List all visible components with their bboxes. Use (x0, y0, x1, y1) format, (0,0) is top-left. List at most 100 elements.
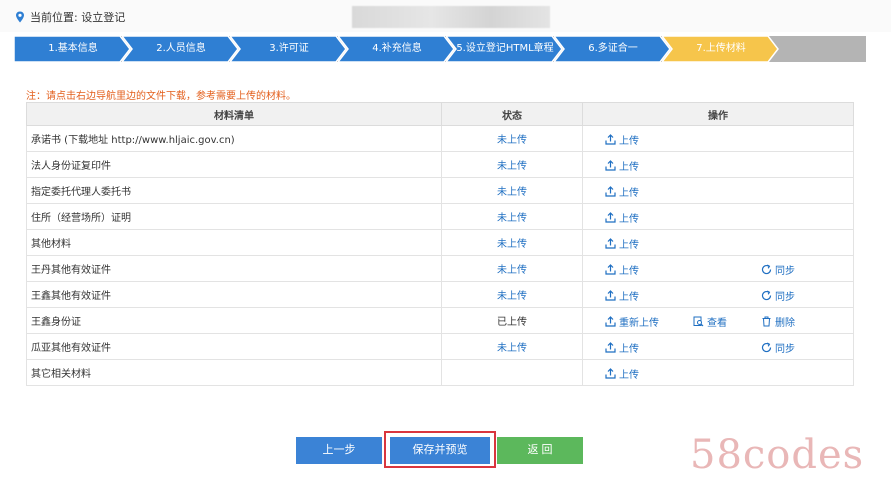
top-bar: 当前位置: 设立登记 (0, 0, 891, 32)
step-label: 3.许可证 (269, 43, 309, 54)
delete-link[interactable]: 删除 (761, 314, 795, 329)
material-name: 指定委托代理人委托书 (26, 177, 442, 204)
sync-link[interactable]: 同步 (761, 262, 795, 277)
upload-label: 上传 (619, 370, 639, 381)
step-2: 2.人员信息 (122, 36, 240, 62)
upload-link[interactable]: 上传 (605, 288, 639, 303)
upload-note: 注：请点击右边导航里边的文件下载，参考需要上传的材料。 (26, 91, 296, 102)
upload-status: 未上传 (441, 125, 583, 152)
step-3: 3.许可证 (230, 36, 348, 62)
back-button[interactable]: 返 回 (497, 437, 583, 464)
operations-cell: 重新上传 查看 删除 (582, 307, 854, 334)
upload-status: 已上传 (441, 307, 583, 334)
blurred-region (352, 6, 550, 28)
operations-cell: 上传 (582, 177, 854, 204)
sync-link[interactable]: 同步 (761, 288, 795, 303)
operations-cell: 上传 (582, 125, 854, 152)
table-row: 住所（经营场所）证明 未上传 上传 (26, 203, 854, 230)
view-label: 查看 (707, 318, 727, 329)
material-name: 瓜亚其他有效证件 (26, 333, 442, 360)
table-row: 王鑫其他有效证件 未上传 上传 同步 (26, 281, 854, 308)
upload-status: 未上传 (441, 177, 583, 204)
step-1: 1.基本信息 (14, 36, 132, 62)
table-row: 其他材料 未上传 上传 (26, 229, 854, 256)
watermark: 58codes (690, 432, 865, 478)
table-row: 瓜亚其他有效证件 未上传 上传 同步 (26, 333, 854, 360)
sync-label: 同步 (775, 266, 795, 277)
upload-link[interactable]: 上传 (605, 236, 639, 251)
sync-label: 同步 (775, 292, 795, 303)
table-row: 承诺书 (下载地址 http://www.hljaic.gov.cn) 未上传 上传 (26, 125, 854, 152)
prev-step-button[interactable]: 上一步 (296, 437, 382, 464)
material-name: 王鑫其他有效证件 (26, 281, 442, 308)
location-pin-icon (16, 11, 24, 23)
step-label: 7.上传材料 (696, 43, 746, 54)
step-label: 1.基本信息 (48, 43, 98, 54)
view-icon (693, 316, 707, 327)
upload-label: 上传 (619, 240, 639, 251)
upload-status: 未上传 (441, 333, 583, 360)
operations-cell: 上传 (582, 203, 854, 230)
material-name: 其它相关材料 (26, 359, 442, 386)
step-label: 2.人员信息 (156, 43, 206, 54)
save-preview-button[interactable]: 保存并预览 (390, 437, 490, 464)
upload-label: 上传 (619, 344, 639, 355)
upload-label: 上传 (619, 136, 639, 147)
upload-link[interactable]: 重新上传 (605, 314, 659, 329)
sync-icon (761, 342, 775, 353)
breadcrumb: 当前位置: 设立登记 (14, 9, 125, 25)
operations-cell: 上传 同步 (582, 255, 854, 282)
step-4: 4.补充信息 (338, 36, 456, 62)
upload-status: 未上传 (441, 255, 583, 282)
step-5: 5.设立登记HTML章程 (446, 36, 564, 62)
view-link[interactable]: 查看 (693, 314, 727, 329)
delete-label: 删除 (775, 318, 795, 329)
step-7: 7.上传材料 (662, 36, 780, 62)
breadcrumb-label: 当前位置: 设立登记 (30, 11, 126, 24)
upload-label: 上传 (619, 214, 639, 225)
step-label: 4.补充信息 (372, 43, 422, 54)
upload-link[interactable]: 上传 (605, 366, 639, 381)
trash-icon (761, 316, 775, 327)
upload-status (441, 359, 583, 386)
upload-link[interactable]: 上传 (605, 158, 639, 173)
upload-label: 上传 (619, 266, 639, 277)
material-name: 其他材料 (26, 229, 442, 256)
header-name: 材料清单 (26, 102, 442, 126)
step-label: 5.设立登记HTML章程 (456, 43, 554, 54)
upload-icon (605, 342, 619, 353)
operations-cell: 上传 (582, 229, 854, 256)
upload-link[interactable]: 上传 (605, 210, 639, 225)
upload-status: 未上传 (441, 229, 583, 256)
sync-label: 同步 (775, 344, 795, 355)
table-row: 王丹其他有效证件 未上传 上传 同步 (26, 255, 854, 282)
upload-link[interactable]: 上传 (605, 184, 639, 199)
upload-status: 未上传 (441, 281, 583, 308)
header-status: 状态 (441, 102, 583, 126)
table-header-row: 材料清单 状态 操作 (26, 102, 854, 126)
sync-link[interactable]: 同步 (761, 340, 795, 355)
upload-link[interactable]: 上传 (605, 340, 639, 355)
upload-label: 上传 (619, 292, 639, 303)
material-name: 王鑫身份证 (26, 307, 442, 334)
material-name: 住所（经营场所）证明 (26, 203, 442, 230)
upload-icon (605, 238, 619, 249)
table-row: 指定委托代理人委托书 未上传 上传 (26, 177, 854, 204)
upload-icon (605, 134, 619, 145)
upload-icon (605, 368, 619, 379)
step-progress-bar: 1.基本信息 2.人员信息 3.许可证 4.补充信息 5.设立登记HTML章程 6.多证合… (14, 36, 866, 62)
upload-link[interactable]: 上传 (605, 262, 639, 277)
upload-label: 上传 (619, 188, 639, 199)
upload-icon (605, 264, 619, 275)
upload-label: 重新上传 (619, 318, 659, 329)
sync-icon (761, 290, 775, 301)
step-label: 6.多证合一 (588, 43, 638, 54)
operations-cell: 上传 (582, 359, 854, 386)
upload-link[interactable]: 上传 (605, 132, 639, 147)
upload-icon (605, 186, 619, 197)
step-6: 6.多证合一 (554, 36, 672, 62)
upload-status: 未上传 (441, 151, 583, 178)
sync-icon (761, 264, 775, 275)
operations-cell: 上传 同步 (582, 281, 854, 308)
material-name: 法人身份证复印件 (26, 151, 442, 178)
